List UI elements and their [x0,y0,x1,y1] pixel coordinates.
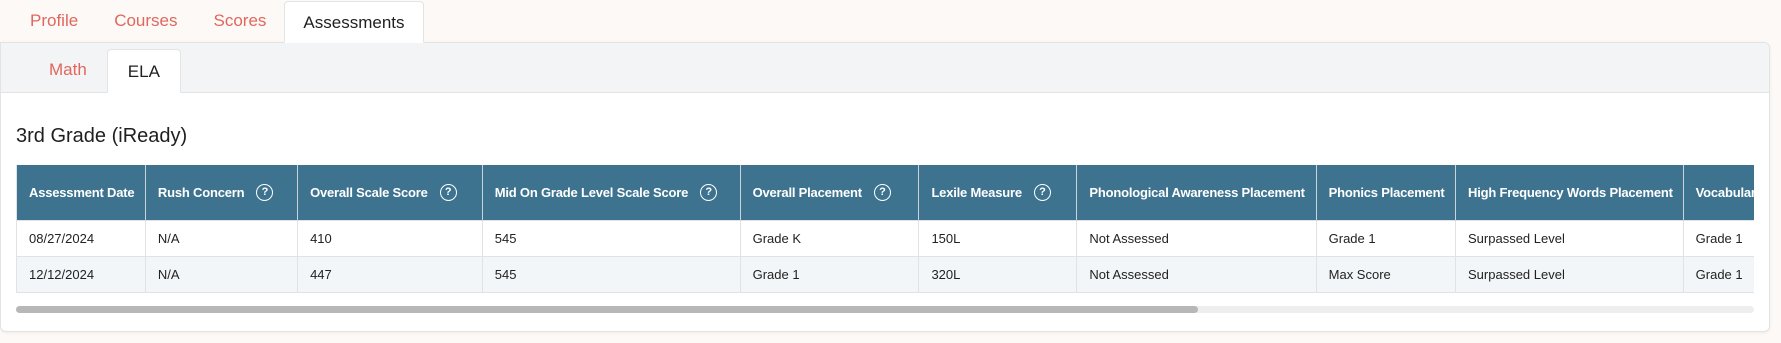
assessments-panel: Math ELA 3rd Grade (iReady) Assessment D… [0,42,1770,332]
help-icon[interactable]: ? [873,183,891,201]
column-header-lexile-measure[interactable]: Lexile Measure? [918,165,1078,220]
cell-vocabulary-placement: Grade 1 [1683,256,1754,293]
tab-profile[interactable]: Profile [12,0,96,42]
section-title: 3rd Grade (iReady) [16,125,188,147]
cell-phonics-placement: Grade 1 [1316,219,1457,257]
column-header-rush-concern[interactable]: Rush Concern? [145,165,299,220]
column-header-vocabulary-placement[interactable]: Vocabulary Placement [1683,165,1754,220]
column-header-phonics-placement[interactable]: Phonics Placement [1316,165,1457,220]
table-row: 12/12/2024 N/A 447 545 Grade 1 320L Not … [16,256,1754,293]
cell-assessment-date: 08/27/2024 [16,219,146,257]
header-label: Lexile Measure [931,184,1022,200]
cell-lexile-measure: 150L [918,219,1078,257]
column-header-high-frequency-words-placement[interactable]: High Frequency Words Placement [1455,165,1684,220]
header-label: Overall Scale Score [310,184,428,200]
help-icon[interactable]: ? [256,183,274,201]
cell-phonics-placement: Max Score [1316,256,1457,293]
column-header-phonological-awareness-placement[interactable]: Phonological Awareness Placement [1076,165,1317,220]
header-label: Assessment Date [29,184,135,200]
cell-assessment-date: 12/12/2024 [16,256,146,293]
header-label: Overall Placement [752,184,863,200]
column-header-overall-placement[interactable]: Overall Placement? [740,165,920,220]
table-row: 08/27/2024 N/A 410 545 Grade K 150L Not … [16,219,1754,257]
cell-overall-placement: Grade 1 [740,256,920,293]
tab-ela[interactable]: ELA [106,49,181,93]
help-icon[interactable]: ? [700,183,718,201]
help-icon[interactable]: ? [1033,183,1051,201]
tab-math[interactable]: Math [29,48,107,92]
header-label: Vocabulary Placement [1695,184,1754,200]
header-label: Mid On Grade Level Scale Score [494,184,689,200]
tab-assessments[interactable]: Assessments [284,1,424,43]
cell-mid-on-grade-level-scale-score: 545 [482,256,741,293]
tab-courses[interactable]: Courses [96,0,195,42]
column-header-assessment-date[interactable]: Assessment Date [16,165,146,220]
assessment-table-container[interactable]: Assessment Date Rush Concern? Overall Sc… [16,165,1754,295]
cell-high-frequency-words-placement: Surpassed Level [1455,256,1684,293]
cell-overall-placement: Grade K [740,219,920,257]
header-label: Rush Concern [157,184,245,200]
cell-phonological-awareness-placement: Not Assessed [1076,256,1317,293]
horizontal-scrollbar[interactable] [16,306,1754,313]
header-label: Phonics Placement [1328,184,1445,200]
main-tabs: Profile Courses Scores Assessments [0,0,1781,43]
cell-mid-on-grade-level-scale-score: 545 [482,219,741,257]
cell-rush-concern: N/A [145,219,299,257]
cell-rush-concern: N/A [145,256,299,293]
header-label: High Frequency Words Placement [1468,184,1673,200]
cell-high-frequency-words-placement: Surpassed Level [1455,219,1684,257]
scrollbar-thumb[interactable] [16,306,1198,313]
help-icon[interactable]: ? [439,183,457,201]
tab-scores[interactable]: Scores [196,0,285,42]
column-header-mid-on-grade-level-scale-score[interactable]: Mid On Grade Level Scale Score? [482,165,741,220]
cell-phonological-awareness-placement: Not Assessed [1076,219,1317,257]
table-header-row: Assessment Date Rush Concern? Overall Sc… [16,165,1754,220]
column-header-overall-scale-score[interactable]: Overall Scale Score? [297,165,483,220]
cell-vocabulary-placement: Grade 1 [1683,219,1754,257]
cell-overall-scale-score: 410 [297,219,483,257]
header-label: Phonological Awareness Placement [1089,184,1305,200]
cell-overall-scale-score: 447 [297,256,483,293]
subject-tabs: Math ELA [1,43,1769,93]
cell-lexile-measure: 320L [918,256,1078,293]
assessment-table: Assessment Date Rush Concern? Overall Sc… [16,165,1754,293]
